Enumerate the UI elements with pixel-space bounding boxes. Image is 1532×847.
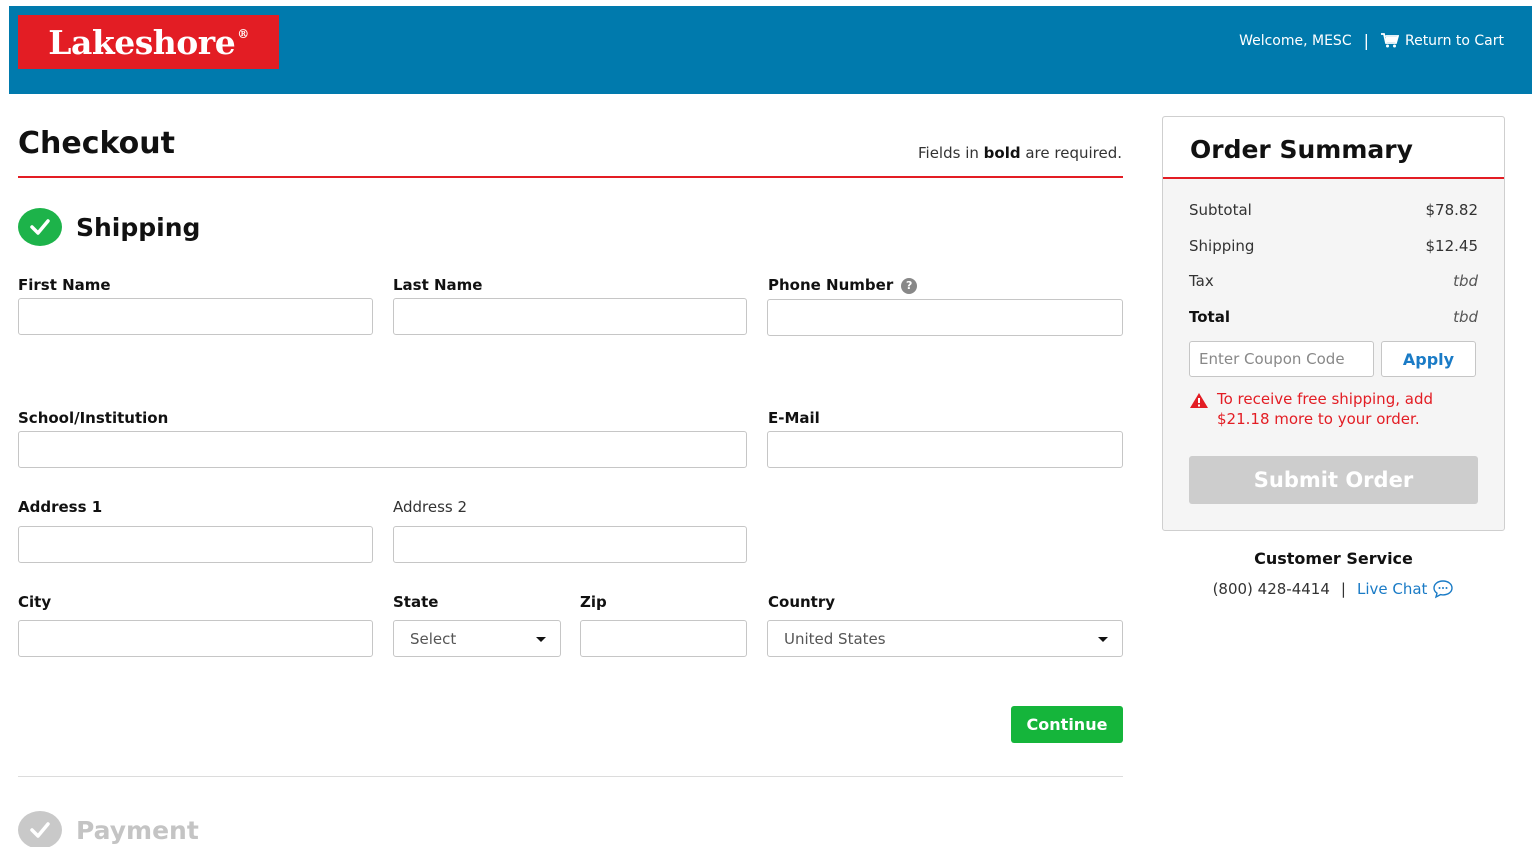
question-circle-icon[interactable]: ? — [901, 277, 918, 294]
last-name-label: Last Name — [393, 276, 483, 294]
title-divider — [18, 176, 1123, 178]
site-header: Lakeshore ® Welcome, MESC | Return to Car… — [9, 6, 1532, 94]
required-fields-note: Fields in bold are required. — [918, 144, 1122, 162]
order-summary-header: Order Summary — [1163, 117, 1504, 179]
total-row: Total tbd — [1189, 308, 1478, 326]
header-separator: | — [1363, 31, 1369, 50]
subtotal-row: Subtotal $78.82 — [1189, 201, 1478, 219]
caret-down-icon — [536, 637, 546, 642]
chat-bubble-icon — [1433, 580, 1454, 599]
welcome-text: Welcome, MESC — [1239, 32, 1352, 49]
header-account-area: Welcome, MESC | Return to Cart — [1239, 31, 1504, 50]
address2-input[interactable] — [393, 526, 747, 563]
continue-button[interactable]: Continue — [1011, 706, 1123, 743]
page-title: Checkout — [18, 126, 175, 161]
email-label: E-Mail — [768, 409, 820, 427]
shipping-cost-row: Shipping $12.45 — [1189, 237, 1478, 255]
first-name-input[interactable] — [18, 298, 373, 335]
city-input[interactable] — [18, 620, 373, 657]
phone-label-group: Phone Number? — [768, 276, 918, 294]
email-input[interactable] — [767, 431, 1123, 468]
warning-icon — [1190, 393, 1208, 408]
phone-number-label: Phone Number — [768, 276, 894, 294]
check-circle-icon — [18, 208, 62, 246]
customer-service-title: Customer Service — [1254, 549, 1413, 568]
apply-coupon-button[interactable]: Apply — [1381, 341, 1476, 377]
last-name-input[interactable] — [393, 298, 747, 335]
return-to-cart-link[interactable]: Return to Cart — [1380, 33, 1504, 49]
tax-row: Tax tbd — [1189, 272, 1478, 290]
address2-label: Address 2 — [393, 498, 468, 516]
shipping-title: Shipping — [76, 212, 201, 242]
phone-number-input[interactable] — [767, 299, 1123, 336]
section-divider — [18, 776, 1123, 777]
cart-icon — [1380, 33, 1399, 48]
order-summary-title: Order Summary — [1190, 135, 1413, 164]
contact-separator: | — [1340, 580, 1346, 598]
coupon-code-input[interactable] — [1189, 341, 1374, 377]
shipping-section-header: Shipping — [18, 208, 200, 246]
caret-down-icon — [1098, 637, 1108, 642]
country-label: Country — [768, 593, 836, 611]
school-label: School/Institution — [18, 409, 169, 427]
lakeshore-logo[interactable]: Lakeshore ® — [18, 15, 279, 69]
address1-input[interactable] — [18, 526, 373, 563]
live-chat-link[interactable]: Live Chat — [1357, 579, 1454, 599]
check-circle-icon — [18, 811, 62, 847]
submit-order-button[interactable]: Submit Order — [1189, 456, 1478, 504]
school-institution-input[interactable] — [18, 431, 747, 468]
country-select[interactable]: United States — [767, 620, 1123, 657]
payment-section-header: Payment — [18, 811, 199, 847]
free-shipping-notice: To receive free shipping, add $21.18 mor… — [1189, 389, 1479, 429]
state-select[interactable]: Select — [393, 620, 561, 657]
customer-service-phone[interactable]: (800) 428-4414 — [1213, 580, 1330, 598]
address1-label: Address 1 — [18, 498, 103, 516]
first-name-label: First Name — [18, 276, 111, 294]
payment-title: Payment — [76, 815, 199, 845]
customer-service-contact: (800) 428-4414 | Live Chat — [1162, 579, 1505, 599]
zip-label: Zip — [580, 593, 607, 611]
order-summary-panel: Order Summary Subtotal $78.82 Shipping $… — [1162, 116, 1505, 531]
state-label: State — [393, 593, 439, 611]
zip-input[interactable] — [580, 620, 747, 657]
city-label: City — [18, 593, 52, 611]
